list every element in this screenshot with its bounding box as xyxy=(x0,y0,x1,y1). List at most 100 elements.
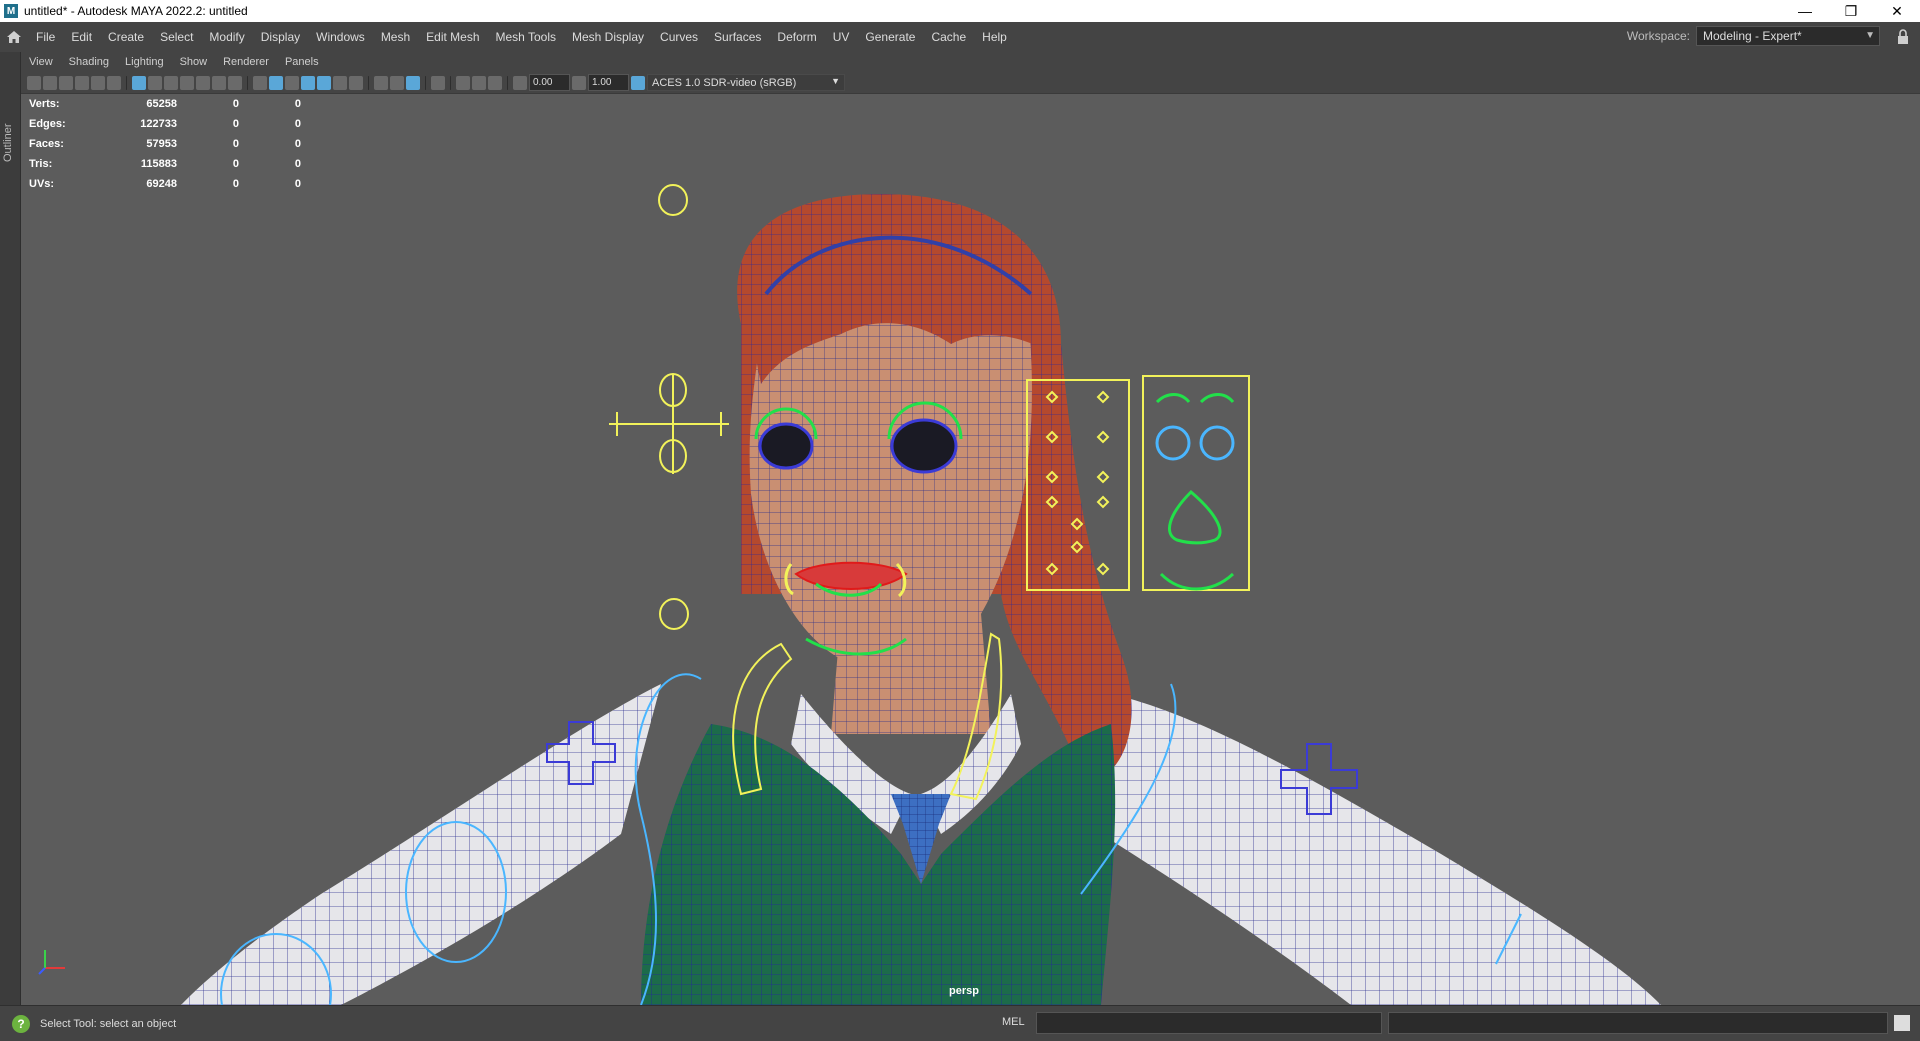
lock-icon[interactable] xyxy=(1896,29,1910,45)
smooth-shade-icon[interactable] xyxy=(269,75,283,90)
camera-select-icon[interactable] xyxy=(27,75,41,90)
xray-active-icon[interactable] xyxy=(472,75,486,90)
menu-cache[interactable]: Cache xyxy=(923,22,974,52)
menu-generate[interactable]: Generate xyxy=(857,22,923,52)
toolbar-divider xyxy=(126,75,127,90)
hud-label: Edges: xyxy=(29,118,66,130)
field-chart-icon[interactable] xyxy=(196,75,210,90)
workspace-value: Modeling - Expert* xyxy=(1703,29,1802,43)
menu-display[interactable]: Display xyxy=(253,22,308,52)
poly-count-hud: Verts: 65258 0 0 Edges: 122733 0 0 Faces… xyxy=(29,94,301,194)
script-editor-icon[interactable] xyxy=(1894,1015,1910,1031)
viewport-panel[interactable]: View Shading Lighting Show Renderer Pane… xyxy=(21,52,1920,1005)
menu-windows[interactable]: Windows xyxy=(308,22,373,52)
menu-help[interactable]: Help xyxy=(974,22,1015,52)
menu-create[interactable]: Create xyxy=(100,22,152,52)
minimize-icon[interactable]: — xyxy=(1782,0,1828,22)
crosshair-control xyxy=(609,374,729,474)
xray-joints-icon[interactable] xyxy=(488,75,502,90)
toolbar-divider xyxy=(247,75,248,90)
menu-edit-mesh[interactable]: Edit Mesh xyxy=(418,22,487,52)
exposure-icon[interactable] xyxy=(513,75,527,90)
menu-file[interactable]: File xyxy=(28,22,63,52)
hud-component: 0 xyxy=(294,158,301,170)
workspace-label: Workspace: xyxy=(1626,29,1690,43)
panel-menu-lighting[interactable]: Lighting xyxy=(117,56,172,68)
window-title: untitled* - Autodesk MAYA 2022.2: untitl… xyxy=(24,4,248,18)
menu-surfaces[interactable]: Surfaces xyxy=(706,22,769,52)
left-sleeve xyxy=(181,684,661,1005)
hud-selected: 0 xyxy=(232,138,239,150)
wireframe-icon[interactable] xyxy=(253,75,267,90)
wireframe-on-shaded-icon[interactable] xyxy=(301,75,315,90)
right-eye xyxy=(890,418,958,474)
color-space-dropdown[interactable]: ACES 1.0 SDR-video (sRGB) ▼ xyxy=(647,74,845,91)
hud-selected: 0 xyxy=(232,118,239,130)
menu-mesh-tools[interactable]: Mesh Tools xyxy=(488,22,564,52)
use-all-lights-icon[interactable] xyxy=(333,75,347,90)
window-controls: — ❐ ✕ xyxy=(1782,0,1920,22)
workspace-dropdown[interactable]: Modeling - Expert* ▼ xyxy=(1696,26,1880,46)
motion-blur-icon[interactable] xyxy=(390,75,404,90)
menu-select[interactable]: Select xyxy=(152,22,201,52)
menu-mesh-display[interactable]: Mesh Display xyxy=(564,22,652,52)
gamma-field[interactable]: 1.00 xyxy=(588,74,629,91)
viewport-scene[interactable] xyxy=(21,94,1920,1005)
hud-row: UVs: 69248 0 0 xyxy=(29,174,301,194)
outliner-tab[interactable]: Outliner xyxy=(0,52,21,1005)
default-material-icon[interactable] xyxy=(285,75,299,90)
menu-modify[interactable]: Modify xyxy=(201,22,252,52)
outliner-label: Outliner xyxy=(2,123,14,162)
grease-pencil-icon[interactable] xyxy=(107,75,121,90)
film-gate-icon[interactable] xyxy=(148,75,162,90)
gate-mask-icon[interactable] xyxy=(180,75,194,90)
panel-menu-shading[interactable]: Shading xyxy=(61,56,117,68)
grid-icon[interactable] xyxy=(132,75,146,90)
menu-mesh[interactable]: Mesh xyxy=(373,22,418,52)
panel-menu-show[interactable]: Show xyxy=(172,56,216,68)
image-plane-icon[interactable] xyxy=(75,75,89,90)
isolate-select-icon[interactable] xyxy=(431,75,445,90)
hud-selected: 0 xyxy=(232,158,239,170)
home-icon[interactable] xyxy=(0,23,28,51)
color-management-icon[interactable] xyxy=(631,75,645,90)
close-icon[interactable]: ✕ xyxy=(1874,0,1920,22)
hud-selected: 0 xyxy=(232,178,239,190)
panel-toolbar: 0.00 1.00 ACES 1.0 SDR-video (sRGB) ▼ xyxy=(21,72,1920,94)
panel-menu-renderer[interactable]: Renderer xyxy=(215,56,277,68)
maya-logo-icon: M xyxy=(4,4,18,18)
menu-uv[interactable]: UV xyxy=(825,22,858,52)
safe-action-icon[interactable] xyxy=(212,75,226,90)
hud-value: 122733 xyxy=(140,118,177,130)
safe-title-icon[interactable] xyxy=(228,75,242,90)
toolbar-divider xyxy=(425,75,426,90)
panel-menu-view[interactable]: View xyxy=(21,56,61,68)
command-line-input[interactable] xyxy=(1036,1012,1382,1034)
restore-icon[interactable]: ❐ xyxy=(1828,0,1874,22)
title-bar: M untitled* - Autodesk MAYA 2022.2: unti… xyxy=(0,0,1920,22)
exposure-field[interactable]: 0.00 xyxy=(529,74,570,91)
command-result-field xyxy=(1388,1012,1888,1034)
color-space-value: ACES 1.0 SDR-video (sRGB) xyxy=(652,76,797,89)
anti-aliasing-icon[interactable] xyxy=(406,75,420,90)
resolution-gate-icon[interactable] xyxy=(164,75,178,90)
hud-label: Faces: xyxy=(29,138,64,150)
textured-icon[interactable] xyxy=(317,75,331,90)
2d-pan-zoom-icon[interactable] xyxy=(91,75,105,90)
ambient-occlusion-icon[interactable] xyxy=(374,75,388,90)
menu-edit[interactable]: Edit xyxy=(63,22,100,52)
hud-row: Edges: 122733 0 0 xyxy=(29,114,301,134)
help-icon[interactable]: ? xyxy=(12,1014,30,1033)
panel-menu-panels[interactable]: Panels xyxy=(277,56,327,68)
gamma-icon[interactable] xyxy=(572,75,586,90)
shadows-icon[interactable] xyxy=(349,75,363,90)
camera-attributes-icon[interactable] xyxy=(43,75,57,90)
chevron-down-icon: ▼ xyxy=(1865,30,1875,41)
command-language-label[interactable]: MEL xyxy=(1002,1016,1025,1028)
chevron-down-icon: ▼ xyxy=(831,76,840,86)
expression-controls xyxy=(1155,393,1235,591)
bookmark-icon[interactable] xyxy=(59,75,73,90)
menu-curves[interactable]: Curves xyxy=(652,22,706,52)
menu-deform[interactable]: Deform xyxy=(769,22,824,52)
xray-icon[interactable] xyxy=(456,75,470,90)
